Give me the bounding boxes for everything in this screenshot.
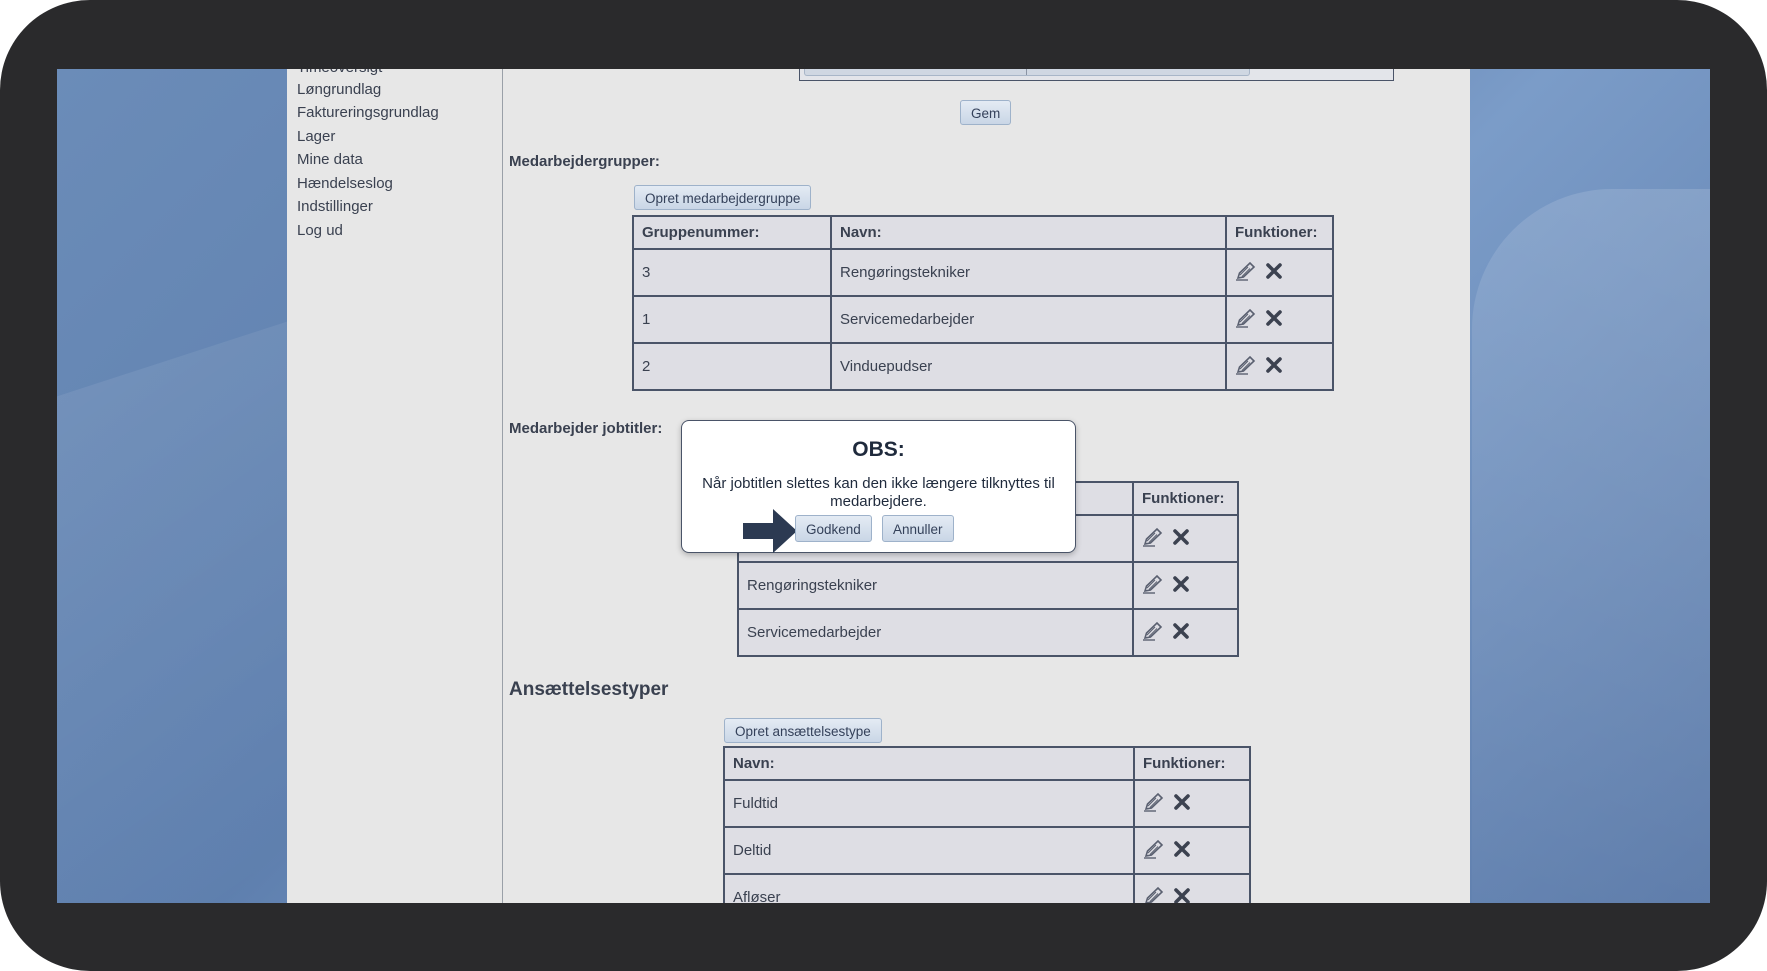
create-group-button[interactable]: Opret medarbejdergruppe xyxy=(634,185,812,210)
partial-table-fragment xyxy=(799,69,1394,81)
table-row: Afløser xyxy=(723,873,1251,903)
column-header-functions: Funktioner: xyxy=(1133,746,1251,781)
confirm-button[interactable]: Godkend xyxy=(795,515,872,542)
column-header-group-number: Gruppenummer: xyxy=(632,215,832,250)
sidebar-nav: Timeoversigt Løngrundlag Faktureringsgru… xyxy=(287,69,503,903)
screen: Timeoversigt Løngrundlag Faktureringsgru… xyxy=(57,69,1710,903)
divider xyxy=(1026,69,1027,75)
save-button[interactable]: Gem xyxy=(960,100,1012,125)
functions-cell xyxy=(1132,561,1239,610)
close-icon[interactable] xyxy=(1173,840,1191,862)
sidebar-item-mine-data[interactable]: Mine data xyxy=(297,151,363,169)
table-row: 3 Rengøringstekniker xyxy=(632,248,1334,297)
functions-cell xyxy=(1133,873,1251,903)
employment-types-table: Navn: Funktioner: Fuldtid Deltid Afløser xyxy=(723,746,1251,903)
device-frame: Timeoversigt Løngrundlag Faktureringsgru… xyxy=(0,0,1767,971)
jobtitle-name-cell: Rengøringstekniker xyxy=(737,561,1134,610)
table-row: 1 Servicemedarbejder xyxy=(632,295,1334,344)
jobtitle-name-cell: Servicemedarbejder xyxy=(737,608,1134,657)
jobtitles-heading: Medarbejder jobtitler: xyxy=(509,420,663,437)
sidebar-item-indstillinger[interactable]: Indstillinger xyxy=(297,198,373,216)
column-header-name: Navn: xyxy=(830,215,1227,250)
close-icon[interactable] xyxy=(1172,575,1190,597)
group-name-cell: Rengøringstekniker xyxy=(830,248,1227,297)
close-icon[interactable] xyxy=(1173,887,1191,903)
pencil-icon[interactable] xyxy=(1235,355,1257,379)
groups-heading: Medarbejdergrupper: xyxy=(509,153,660,170)
functions-cell xyxy=(1225,295,1334,344)
group-number-cell: 1 xyxy=(632,295,832,344)
group-name-cell: Servicemedarbejder xyxy=(830,295,1227,344)
functions-cell xyxy=(1132,514,1239,563)
sidebar-item-haendelseslog[interactable]: Hændelseslog xyxy=(297,175,393,193)
employment-type-name-cell: Afløser xyxy=(723,873,1135,903)
close-icon[interactable] xyxy=(1172,528,1190,550)
dialog-message: Når jobtitlen slettes kan den ikke længe… xyxy=(702,475,1055,510)
pencil-icon[interactable] xyxy=(1235,308,1257,332)
create-employment-type-button[interactable]: Opret ansættelsestype xyxy=(724,718,882,743)
functions-cell xyxy=(1225,342,1334,391)
close-icon[interactable] xyxy=(1265,356,1283,378)
dialog-title: OBS: xyxy=(852,438,905,461)
column-header-name: Navn: xyxy=(723,746,1135,781)
sidebar-item-timeoversigt[interactable]: Timeoversigt xyxy=(297,69,382,77)
confirm-dialog: OBS: Når jobtitlen slettes kan den ikke … xyxy=(681,420,1076,553)
close-icon[interactable] xyxy=(1173,793,1191,815)
column-header-functions: Funktioner: xyxy=(1132,481,1239,516)
column-header-functions: Funktioner: xyxy=(1225,215,1334,250)
close-icon[interactable] xyxy=(1265,309,1283,331)
employment-types-heading: Ansættelsestyper xyxy=(509,679,669,700)
groups-table: Gruppenummer: Navn: Funktioner: 3 Rengør… xyxy=(632,215,1334,391)
cancel-button[interactable]: Annuller xyxy=(882,515,954,542)
sidebar-item-faktureringsgrundlag[interactable]: Faktureringsgrundlag xyxy=(297,104,439,122)
pencil-icon[interactable] xyxy=(1235,261,1257,285)
group-number-cell: 3 xyxy=(632,248,832,297)
table-row: Deltid xyxy=(723,826,1251,875)
desktop-decoration xyxy=(1472,189,1710,903)
close-icon[interactable] xyxy=(1172,622,1190,644)
table-row: 2 Vinduepudser xyxy=(632,342,1334,391)
group-name-cell: Vinduepudser xyxy=(830,342,1227,391)
functions-cell xyxy=(1225,248,1334,297)
arrow-right-icon xyxy=(743,509,797,553)
employment-type-name-cell: Deltid xyxy=(723,826,1135,875)
functions-cell xyxy=(1133,826,1251,875)
pencil-icon[interactable] xyxy=(1143,792,1165,816)
main-content: Gem Medarbejdergrupper: Opret medarbejde… xyxy=(503,69,1470,903)
app-page: Timeoversigt Løngrundlag Faktureringsgru… xyxy=(287,69,1470,903)
group-number-cell: 2 xyxy=(632,342,832,391)
table-header-row: Navn: Funktioner: xyxy=(723,746,1251,781)
table-header-row: Gruppenummer: Navn: Funktioner: xyxy=(632,215,1334,250)
table-row: Fuldtid xyxy=(723,779,1251,828)
pencil-icon[interactable] xyxy=(1143,839,1165,863)
table-row: Servicemedarbejder xyxy=(737,608,1239,657)
sidebar-item-lager[interactable]: Lager xyxy=(297,128,335,146)
sidebar-item-loengrundlag[interactable]: Løngrundlag xyxy=(297,81,381,99)
pencil-icon[interactable] xyxy=(1142,621,1164,645)
functions-cell xyxy=(1132,608,1239,657)
desktop-decoration xyxy=(57,321,287,903)
table-row: Rengøringstekniker xyxy=(737,561,1239,610)
functions-cell xyxy=(1133,779,1251,828)
pencil-icon[interactable] xyxy=(1142,527,1164,551)
pencil-icon[interactable] xyxy=(1143,886,1165,903)
pencil-icon[interactable] xyxy=(1142,574,1164,598)
partial-input-field[interactable] xyxy=(804,69,1250,76)
employment-type-name-cell: Fuldtid xyxy=(723,779,1135,828)
sidebar-item-log-ud[interactable]: Log ud xyxy=(297,222,343,240)
close-icon[interactable] xyxy=(1265,262,1283,284)
